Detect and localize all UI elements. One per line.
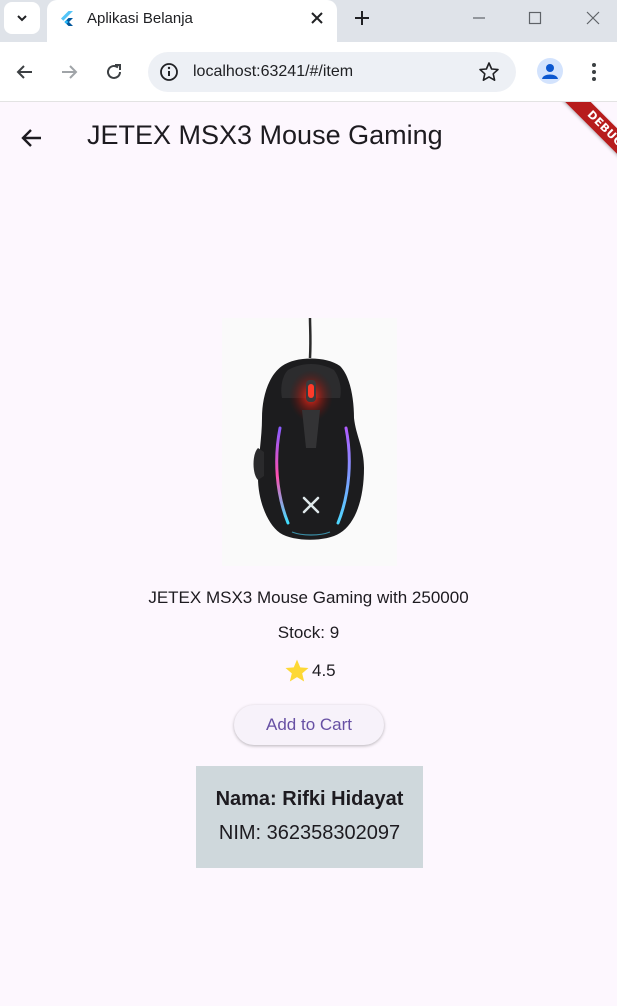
app-bar: JETEX MSX3 Mouse Gaming xyxy=(0,102,617,172)
menu-dots-icon xyxy=(592,63,596,81)
url-text[interactable]: localhost:63241/#/item xyxy=(193,63,353,81)
student-name: Nama: Rifki Hidayat xyxy=(215,788,404,810)
rating-value: 4.5 xyxy=(312,661,336,680)
new-tab-button[interactable] xyxy=(350,6,374,30)
product-image xyxy=(222,317,397,566)
product-stock: Stock: 9 xyxy=(277,623,340,642)
product-description: JETEX MSX3 Mouse Gaming with 250000 xyxy=(148,588,469,607)
browser-back-button[interactable] xyxy=(11,58,39,86)
window-close-button[interactable] xyxy=(581,6,605,30)
page-title: JETEX MSX3 Mouse Gaming xyxy=(87,120,443,150)
star-outline-icon[interactable] xyxy=(478,61,500,83)
back-arrow-icon xyxy=(21,129,41,147)
app-back-button[interactable] xyxy=(16,122,48,154)
info-icon[interactable] xyxy=(158,61,180,83)
minimize-icon xyxy=(473,17,485,19)
add-to-cart-button[interactable]: Add to Cart xyxy=(234,705,384,745)
gaming-mouse-illustration xyxy=(253,317,364,540)
app-viewport: JETEX MSX3 Mouse Gaming DEBUG JETEX MSX3… xyxy=(0,102,617,1006)
minimize-button[interactable] xyxy=(467,6,491,30)
profile-button[interactable] xyxy=(537,58,563,84)
profile-icon xyxy=(542,64,558,79)
reload-button[interactable] xyxy=(100,58,128,86)
plus-icon xyxy=(355,11,369,25)
star-icon xyxy=(285,659,309,682)
tab-search-button[interactable] xyxy=(4,2,40,34)
flutter-icon xyxy=(61,11,73,26)
browser-toolbar: localhost:63241/#/item xyxy=(0,42,617,102)
back-arrow-icon xyxy=(16,65,32,79)
product-rating: 4.5 xyxy=(284,657,336,685)
tab-close-button[interactable] xyxy=(307,8,327,28)
tab-title: Aplikasi Belanja xyxy=(87,10,193,27)
address-bar[interactable]: localhost:63241/#/item xyxy=(148,52,516,92)
student-nim: NIM: 362358302097 xyxy=(218,822,401,844)
student-info-card: Nama: Rifki Hidayat NIM: 362358302097 xyxy=(196,766,423,868)
forward-arrow-icon xyxy=(62,65,78,79)
maximize-icon xyxy=(528,11,542,25)
browser-tab[interactable]: Aplikasi Belanja xyxy=(47,0,337,42)
close-icon xyxy=(311,12,323,24)
browser-menu-button[interactable] xyxy=(580,58,608,86)
reload-icon xyxy=(107,64,121,79)
browser-forward-button[interactable] xyxy=(55,58,83,86)
window-close-icon xyxy=(586,11,600,25)
tab-dropdown-icon xyxy=(17,15,27,22)
browser-tabstrip: Aplikasi Belanja xyxy=(0,0,617,42)
maximize-button[interactable] xyxy=(523,6,547,30)
